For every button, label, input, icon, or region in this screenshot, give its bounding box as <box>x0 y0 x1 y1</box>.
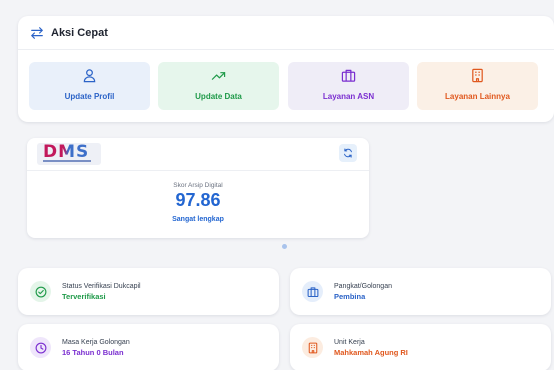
dms-card-header: DMS <box>27 138 369 171</box>
unit-kerja-card: Unit Kerja Mahkamah Agung RI <box>290 324 551 370</box>
layanan-lainnya-label: Layanan Lainnya <box>445 92 510 101</box>
score-description: Sangat lengkap <box>172 216 224 223</box>
status-verifikasi-card: Status Verifikasi Dukcapil Terverifikasi <box>18 268 279 315</box>
dms-logo-underline <box>43 160 91 162</box>
update-data-button[interactable]: Update Data <box>158 62 279 110</box>
masa-kerja-label: Masa Kerja Golongan <box>62 338 130 346</box>
trending-up-icon <box>211 72 226 80</box>
unit-kerja-value: Mahkamah Agung RI <box>334 347 408 357</box>
update-data-label: Update Data <box>195 92 242 101</box>
pangkat-golongan-label: Pangkat/Golongan <box>334 282 392 290</box>
quick-actions-header: Aksi Cepat <box>18 16 554 50</box>
quick-actions-card: Aksi Cepat Update Profil Update Data Lay… <box>18 16 554 122</box>
status-verifikasi-label: Status Verifikasi Dukcapil <box>62 282 141 290</box>
status-verifikasi-value: Terverifikasi <box>62 291 106 301</box>
unit-kerja-label: Unit Kerja <box>334 338 365 346</box>
briefcase-icon <box>341 69 356 82</box>
dms-score-card: DMS Skor Arsip Digital 97.86 Sangat leng… <box>27 138 369 238</box>
update-profil-label: Update Profil <box>64 92 115 101</box>
check-circle-icon <box>30 281 51 302</box>
dms-logo: DMS <box>37 143 101 165</box>
dms-logo-text: DMS <box>43 142 90 162</box>
building-icon <box>302 337 323 358</box>
score-value: 97.86 <box>175 190 221 210</box>
score-label: Skor Arsip Digital <box>173 182 223 189</box>
refresh-button[interactable] <box>339 144 357 162</box>
quick-actions-title: Aksi Cepat <box>51 26 108 39</box>
layanan-lainnya-button[interactable]: Layanan Lainnya <box>417 62 538 110</box>
carousel-indicator-dot[interactable] <box>282 244 287 249</box>
refresh-icon <box>344 148 352 158</box>
user-icon <box>83 69 96 83</box>
building-icon <box>472 68 483 83</box>
pangkat-golongan-card: Pangkat/Golongan Pembina <box>290 268 551 315</box>
masa-kerja-value: 16 Tahun 0 Bulan <box>62 347 124 357</box>
briefcase-icon <box>302 281 323 302</box>
swap-icon <box>31 26 43 39</box>
layanan-asn-button[interactable]: Layanan ASN <box>288 62 409 110</box>
masa-kerja-card: Masa Kerja Golongan 16 Tahun 0 Bulan <box>18 324 279 370</box>
pangkat-golongan-value: Pembina <box>334 291 366 301</box>
update-profil-button[interactable]: Update Profil <box>29 62 150 110</box>
layanan-asn-label: Layanan ASN <box>322 92 375 101</box>
clock-icon <box>30 337 51 358</box>
